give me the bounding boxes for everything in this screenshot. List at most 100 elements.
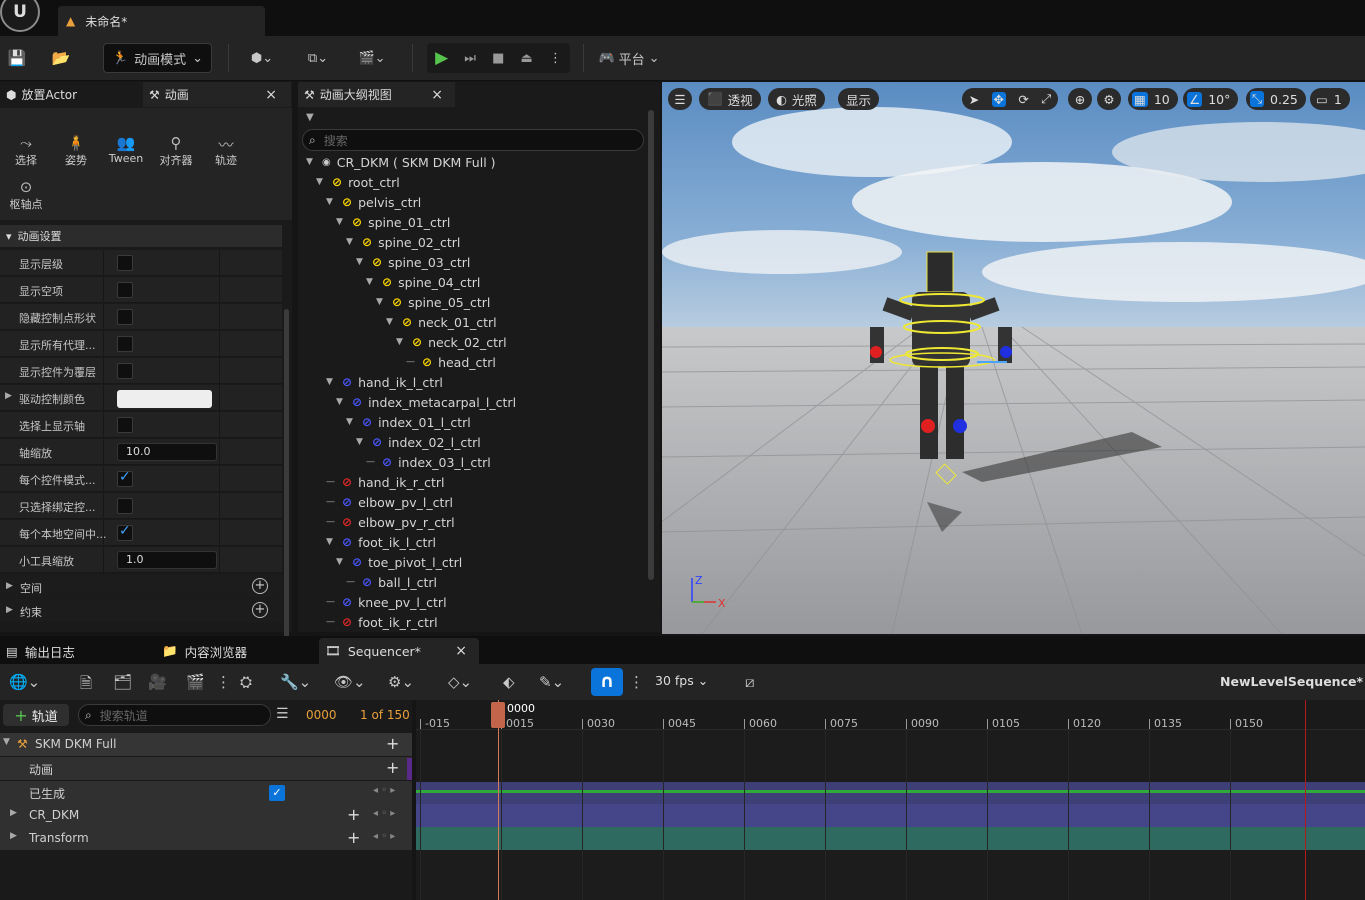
property-checkbox[interactable]: [117, 498, 133, 514]
expand-arrow-icon[interactable]: ▼: [366, 277, 376, 287]
view-icon[interactable]: 👁⌄: [334, 673, 366, 691]
document-tab[interactable]: ▲ 未命名*: [58, 6, 265, 36]
add-icon[interactable]: +: [252, 578, 268, 594]
rotate-icon[interactable]: ⟳: [1018, 92, 1028, 107]
expand-arrow-icon[interactable]: ▼: [346, 417, 356, 427]
tab-place-actor[interactable]: ⬢ 放置Actor: [0, 82, 142, 107]
world-local-icon[interactable]: ⊕: [1068, 88, 1092, 110]
play-icon[interactable]: ▶: [435, 48, 448, 68]
property-checkbox[interactable]: [117, 255, 133, 271]
track-search-input[interactable]: ⌕ 搜索轨道: [78, 704, 271, 726]
grid-snap-button[interactable]: ▦ 10: [1128, 88, 1178, 110]
property-checkbox[interactable]: [117, 417, 133, 433]
scale-snap-button[interactable]: ⤡ 0.25: [1246, 88, 1306, 110]
generated-checkbox[interactable]: ✓: [269, 785, 285, 801]
expand-arrow-icon[interactable]: —: [366, 457, 376, 467]
playback-icon[interactable]: ⚙⌄: [388, 673, 414, 691]
property-number-input[interactable]: 10.0: [117, 443, 217, 461]
tools-icon[interactable]: 🔧⌄: [280, 673, 311, 691]
tool-tween[interactable]: 👥 Tween: [102, 134, 150, 165]
expand-arrow-icon[interactable]: —: [326, 497, 336, 507]
animation-settings-header[interactable]: ▾ 动画设置: [0, 225, 282, 247]
expand-arrow-icon[interactable]: ▼: [356, 257, 366, 267]
expand-arrow-icon[interactable]: ▼: [346, 237, 356, 247]
expand-arrow-icon[interactable]: —: [326, 477, 336, 487]
outliner-search-input[interactable]: ⌕ 搜索: [302, 129, 644, 151]
expand-arrow-icon[interactable]: ▶: [10, 831, 17, 841]
close-icon[interactable]: ×: [265, 87, 277, 103]
tree-row[interactable]: — ⊘ elbow_pv_r_ctrl: [326, 512, 455, 532]
stop-icon[interactable]: ■: [492, 51, 504, 66]
property-checkbox[interactable]: [117, 523, 133, 541]
expand-arrow-icon[interactable]: —: [326, 597, 336, 607]
tool-pose[interactable]: 🧍 姿势: [52, 134, 100, 168]
curve-editor-icon[interactable]: ⧄: [745, 673, 755, 691]
keyframe-nav-icon[interactable]: ◂ ◦ ▸: [373, 808, 395, 819]
render-icon[interactable]: 🎬: [186, 673, 205, 691]
expand-arrow-icon[interactable]: ▼: [336, 557, 346, 567]
scale-icon[interactable]: ⤢: [1041, 91, 1051, 107]
current-frame[interactable]: 0000: [306, 708, 337, 722]
auto-key-icon[interactable]: ⬖: [503, 673, 515, 691]
browse-icon[interactable]: 📂: [50, 43, 72, 73]
expand-arrow-icon[interactable]: ▼: [386, 317, 396, 327]
surface-snap-icon[interactable]: ⚙: [1097, 88, 1121, 110]
edit-icon[interactable]: ✎⌄: [539, 673, 564, 691]
track-skm-dkm-full[interactable]: ▼ ⚒ SKM DKM Full +: [0, 733, 412, 756]
tree-row[interactable]: ▼ ⊘ toe_pivot_l_ctrl: [336, 552, 462, 572]
cinematics-icon[interactable]: 🎬⌄: [354, 43, 390, 73]
fps-dropdown[interactable]: 30 fps ⌄: [655, 673, 708, 688]
tree-row[interactable]: ▼ ⊘ neck_01_ctrl: [386, 312, 497, 332]
tree-row[interactable]: ▼ ⊘ index_metacarpal_l_ctrl: [336, 392, 516, 412]
property-number-input[interactable]: 1.0: [117, 551, 217, 569]
expand-arrow-icon[interactable]: —: [406, 357, 416, 367]
playhead-handle[interactable]: [491, 702, 505, 728]
lighting-button[interactable]: ◐ 光照: [768, 88, 825, 110]
tree-row[interactable]: ▼ ⊘ index_01_l_ctrl: [346, 412, 471, 432]
save-icon[interactable]: 💾: [6, 43, 28, 73]
tree-row[interactable]: ▼ ⊘ index_02_l_ctrl: [356, 432, 481, 452]
actions-icon[interactable]: ⛭: [240, 673, 252, 691]
tree-row[interactable]: — ⊘ knee_pv_l_ctrl: [326, 592, 447, 612]
tree-row[interactable]: — ⊘ foot_ik_r_ctrl: [326, 612, 438, 632]
tree-row[interactable]: ▼ ◉ CR_DKM ( SKM DKM Full ): [306, 152, 496, 172]
tree-row[interactable]: — ⊘ elbow_pv_l_ctrl: [326, 492, 453, 512]
add-icon[interactable]: +: [347, 828, 360, 847]
track-animation[interactable]: 动画 +: [0, 757, 412, 780]
time-ruler[interactable]: -015 0015 0030 0045 0060 0075 0090 0105 0120 0135…: [416, 700, 1365, 730]
show-button[interactable]: 显示: [838, 88, 880, 110]
tree-row[interactable]: ▼ ⊘ pelvis_ctrl: [326, 192, 421, 212]
tree-row[interactable]: — ⊘ ball_l_ctrl: [346, 572, 437, 592]
move-icon[interactable]: ✥: [991, 91, 1007, 107]
expand-arrow-icon[interactable]: ▼: [326, 537, 336, 547]
tree-row[interactable]: — ⊘ head_ctrl: [406, 352, 496, 372]
expand-arrow-icon[interactable]: ▼: [336, 397, 346, 407]
tool-trail[interactable]: 〰轨迹: [202, 134, 250, 168]
add-icon[interactable]: +: [386, 734, 399, 753]
world-icon[interactable]: 🌐⌄: [9, 673, 40, 691]
expand-arrow-icon[interactable]: ▼: [326, 377, 336, 387]
add-icon[interactable]: +: [386, 758, 399, 777]
cursor-icon[interactable]: ➤: [969, 92, 979, 107]
expand-arrow-icon[interactable]: ▼: [336, 217, 346, 227]
close-icon[interactable]: ×: [455, 643, 467, 659]
eject-icon[interactable]: ⏏: [521, 51, 533, 66]
tree-row[interactable]: — ⊘ hand_ik_r_ctrl: [326, 472, 445, 492]
tree-row[interactable]: — ⊘ index_03_l_ctrl: [366, 452, 491, 472]
tree-row[interactable]: ▼ ⊘ spine_01_ctrl: [336, 212, 450, 232]
property-checkbox[interactable]: [117, 336, 133, 352]
tab-content-browser[interactable]: 📁 内容浏览器: [156, 638, 314, 664]
expand-arrow-icon[interactable]: ▼: [316, 177, 326, 187]
expand-arrow-icon[interactable]: ▼: [356, 437, 366, 447]
viewport-menu-button[interactable]: ☰: [668, 88, 692, 110]
expand-arrow-icon[interactable]: —: [346, 577, 356, 587]
category-constraints[interactable]: ▶ 约束 +: [0, 599, 282, 622]
property-checkbox[interactable]: [117, 469, 133, 487]
tree-row[interactable]: ▼ ⊘ spine_04_ctrl: [366, 272, 480, 292]
keyframe-nav-icon[interactable]: ◂ ◦ ▸: [373, 785, 395, 796]
camera-icon[interactable]: 🎥: [148, 673, 167, 691]
tree-row[interactable]: ▼ ⊘ spine_02_ctrl: [346, 232, 460, 252]
perspective-button[interactable]: ⬛ 透视: [699, 88, 761, 110]
add-icon[interactable]: +: [252, 602, 268, 618]
tab-outliner[interactable]: ⚒ 动画大纲视图 ×: [298, 82, 455, 107]
